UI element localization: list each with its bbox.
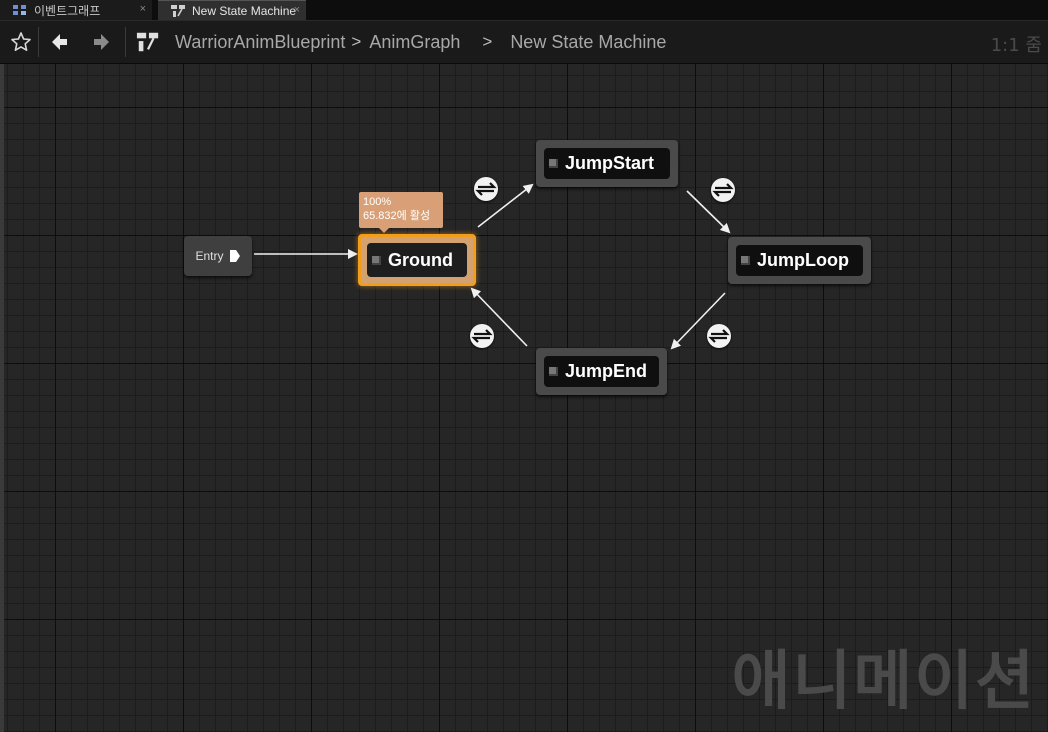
tab-label: New State Machine xyxy=(192,3,296,18)
state-machine-icon xyxy=(170,4,186,18)
entry-label: Entry xyxy=(195,249,224,263)
active-state-tooltip: 100% 65.832에 활성 xyxy=(359,192,443,233)
zoom-level: 1:1 줌 xyxy=(990,35,1042,56)
toolbar-divider xyxy=(38,27,39,57)
state-node-jumpend[interactable]: JumpEnd xyxy=(536,348,667,395)
state-node-jumploop[interactable]: JumpLoop xyxy=(728,237,871,284)
state-machine-icon xyxy=(136,32,159,52)
tab-strip: 이벤트그래프 × New State Machine × xyxy=(0,0,1048,21)
active-weight: 100% xyxy=(363,196,392,208)
state-icon xyxy=(741,256,750,265)
state-label: Ground xyxy=(388,249,453,270)
breadcrumb-item-blueprint[interactable]: WarriorAnimBlueprint xyxy=(175,32,345,53)
star-icon xyxy=(11,32,31,51)
favorite-button[interactable] xyxy=(9,30,33,54)
state-label: JumpEnd xyxy=(565,361,648,381)
breadcrumb-item-animgraph[interactable]: AnimGraph xyxy=(369,32,460,53)
graph-type-button[interactable] xyxy=(136,30,160,54)
graph-toolbar: WarriorAnimBlueprint > AnimGraph > New S… xyxy=(0,21,1048,64)
graph-canvas[interactable]: Entry 100% 65.832에 활성 Ground JumpStart J… xyxy=(4,64,1048,732)
state-icon xyxy=(372,255,381,265)
state-label: JumpStart xyxy=(565,153,655,173)
forward-button[interactable] xyxy=(89,30,113,54)
exec-pin-icon xyxy=(229,250,240,262)
event-graph-icon xyxy=(12,3,28,17)
tab-event-graph[interactable]: 이벤트그래프 × xyxy=(0,0,152,20)
close-icon[interactable]: × xyxy=(294,4,300,16)
tab-label: 이벤트그래프 xyxy=(34,3,101,18)
transition-rule-icon[interactable] xyxy=(474,177,498,201)
state-icon xyxy=(549,159,558,168)
transition-rule-icon[interactable] xyxy=(711,178,735,202)
state-icon xyxy=(549,367,558,376)
graph-watermark: 애니메이션 xyxy=(731,645,1036,719)
forward-arrow-icon xyxy=(94,34,109,50)
entry-node[interactable]: Entry xyxy=(184,236,252,276)
breadcrumb: WarriorAnimBlueprint > AnimGraph > New S… xyxy=(175,31,666,53)
back-arrow-icon xyxy=(52,34,67,50)
transition-rule-icon[interactable] xyxy=(470,324,494,348)
tab-new-state-machine[interactable]: New State Machine × xyxy=(158,0,306,20)
transition-rule-icon[interactable] xyxy=(707,324,731,348)
state-label: JumpLoop xyxy=(757,250,849,270)
back-button[interactable] xyxy=(48,30,72,54)
toolbar-divider xyxy=(125,27,126,57)
active-time: 65.832에 활성 xyxy=(363,210,431,222)
breadcrumb-separator: > xyxy=(351,32,362,51)
breadcrumb-separator: > xyxy=(482,32,493,51)
state-node-ground[interactable]: Ground xyxy=(358,234,476,286)
breadcrumb-item-state-machine[interactable]: New State Machine xyxy=(510,32,666,53)
close-icon[interactable]: × xyxy=(140,3,146,15)
state-node-jumpstart[interactable]: JumpStart xyxy=(536,140,678,187)
